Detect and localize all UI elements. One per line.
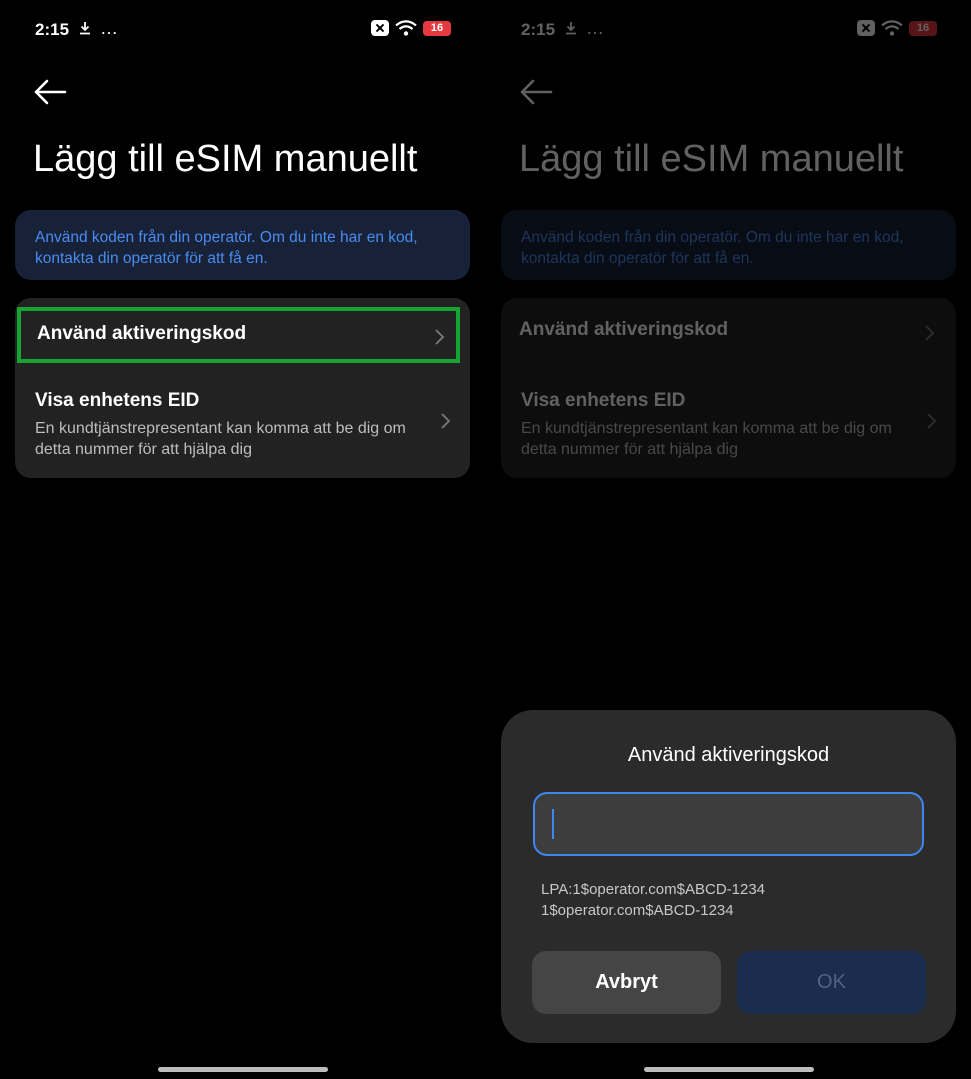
status-bar: 2:15 … 16 — [0, 18, 485, 44]
status-time: 2:15 — [35, 20, 70, 39]
chevron-right-icon — [435, 329, 445, 345]
no-sim-icon — [371, 20, 389, 36]
use-activation-code-label: Använd aktiveringskod — [37, 323, 247, 344]
page-title: Lägg till eSIM manuellt — [33, 138, 418, 180]
activation-code-input[interactable] — [533, 792, 924, 856]
show-eid-label: Visa enhetens EID — [35, 390, 200, 411]
dialog-title: Använd aktiveringskod — [627, 744, 830, 766]
screen-right: 2:15 … 16 Lägg till eSIM manuellt Använd… — [486, 0, 971, 1079]
more-notifications-icon: … — [100, 18, 119, 38]
battery-level: 16 — [430, 22, 444, 34]
nav-gesture-handle[interactable] — [644, 1067, 814, 1072]
format-hint-2: 1$operator.com$ABCD-1234 — [541, 902, 734, 919]
battery-icon: 16 — [423, 20, 451, 36]
back-arrow-icon[interactable] — [33, 78, 67, 106]
activation-code-dialog: Använd aktiveringskod LPA:1$operator.com… — [501, 710, 956, 1043]
options-list: Använd aktiveringskod Visa enhetens EID … — [15, 298, 470, 478]
cancel-button[interactable]: Avbryt — [532, 951, 721, 1014]
download-icon — [80, 22, 90, 35]
show-device-eid-option[interactable]: Visa enhetens EID En kundtjänstrepresent… — [15, 378, 470, 468]
screen-left: 2:15 … 16 Lägg till eSIM manuellt Använd… — [0, 0, 485, 1079]
info-text: Använd koden från din operatör. Om du in… — [35, 229, 418, 267]
info-card: Använd koden från din operatör. Om du in… — [15, 210, 470, 280]
text-cursor — [552, 809, 554, 839]
ok-button[interactable]: OK — [737, 951, 926, 1014]
nav-gesture-handle[interactable] — [158, 1067, 328, 1072]
wifi-icon — [395, 20, 417, 36]
use-activation-code-option[interactable]: Använd aktiveringskod — [17, 307, 460, 363]
format-hint-1: LPA:1$operator.com$ABCD-1234 — [541, 881, 766, 898]
show-eid-description: En kundtjänstrepresentant kan komma att … — [35, 420, 406, 458]
chevron-right-icon — [441, 413, 451, 429]
